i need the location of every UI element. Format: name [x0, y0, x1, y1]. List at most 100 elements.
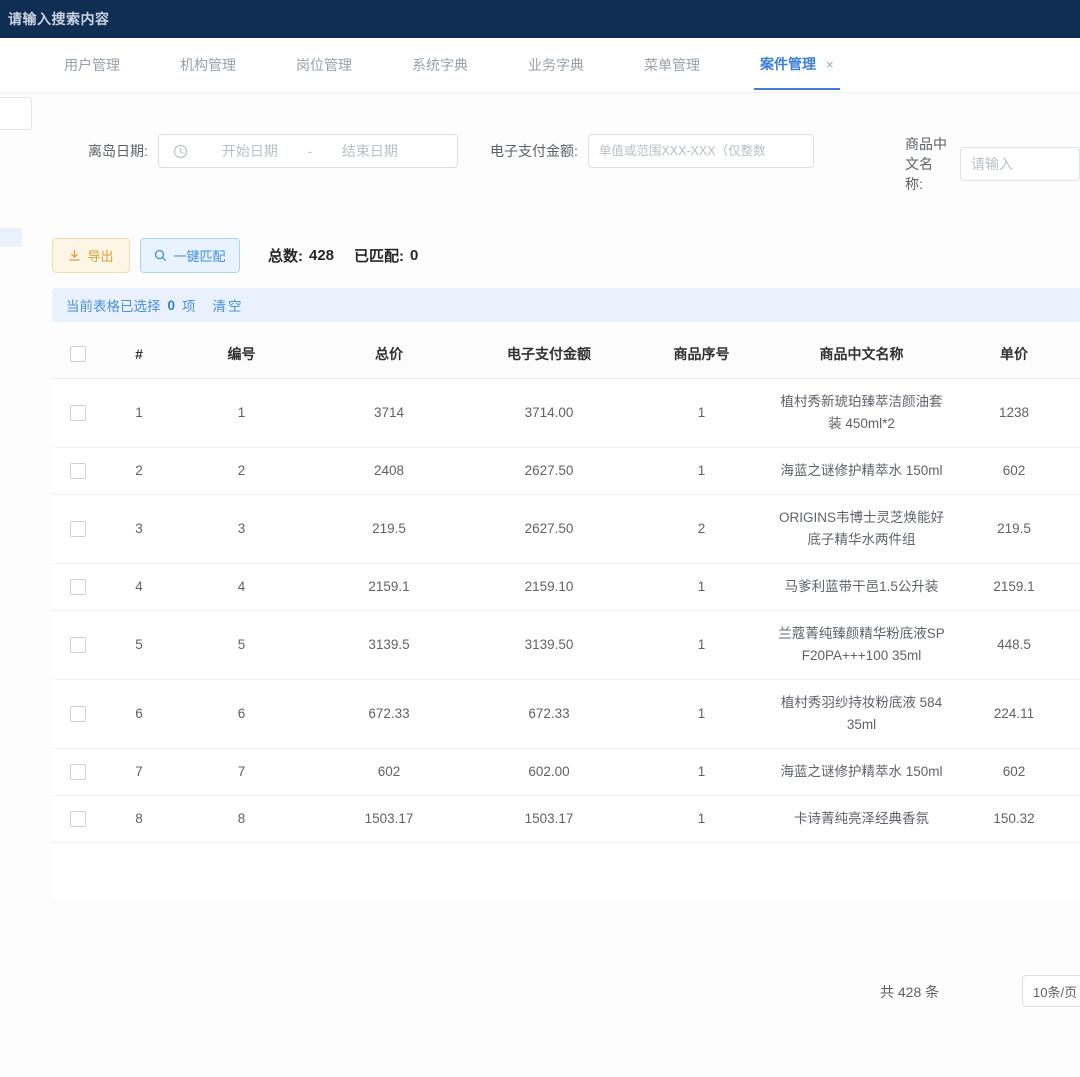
row-checkbox[interactable]: [70, 811, 86, 827]
cell-code: 1: [174, 390, 309, 436]
cell-code: 2: [174, 448, 309, 494]
tab-item-5[interactable]: 菜单管理: [638, 40, 706, 90]
cell-name: ORIGINS韦博士灵芝焕能好底子精华水两件组: [774, 495, 949, 563]
cell-total: 3714: [309, 390, 469, 436]
cell-unit: 1238: [949, 390, 1079, 436]
cell-seq: 1: [629, 448, 774, 494]
cell-index: 5: [104, 622, 174, 668]
row-checkbox[interactable]: [70, 579, 86, 595]
start-date-input[interactable]: 开始日期: [202, 141, 298, 161]
cell-unit: 150.32: [949, 796, 1079, 842]
cell-name: 海蓝之谜修护精萃水 150ml: [774, 749, 949, 795]
header-total: 总价: [309, 330, 469, 378]
clipped-left-button[interactable]: [0, 228, 22, 247]
cell-unit: 602: [949, 448, 1079, 494]
product-name-input[interactable]: [960, 147, 1080, 181]
tab-bar: 用户管理 机构管理 岗位管理 系统字典 业务字典 菜单管理 案件管理 ×: [0, 38, 1080, 93]
global-search-input[interactable]: 请输入搜索内容: [8, 9, 110, 29]
cell-total: 602: [309, 749, 469, 795]
cell-index: 8: [104, 796, 174, 842]
table-row[interactable]: 6 6 672.33 672.33 1 植村秀羽纱持妆粉底液 584 35ml …: [52, 680, 1080, 749]
table-body: 1 1 3714 3714.00 1 植村秀新琥珀臻萃洁颜油套装 450ml*2…: [52, 379, 1080, 843]
table-row[interactable]: 7 7 602 602.00 1 海蓝之谜修护精萃水 150ml 602: [52, 749, 1080, 796]
header-name: 商品中文名称: [774, 330, 949, 378]
row-checkbox[interactable]: [70, 764, 86, 780]
date-separator: -: [298, 143, 322, 159]
selection-prefix: 当前表格已选择: [66, 295, 161, 315]
filter-product-group: 商品中文名称:: [905, 134, 1080, 194]
row-checkbox[interactable]: [70, 405, 86, 421]
product-filter-label: 商品中文名称:: [905, 134, 950, 194]
table-row[interactable]: 1 1 3714 3714.00 1 植村秀新琥珀臻萃洁颜油套装 450ml*2…: [52, 379, 1080, 448]
cell-epay: 672.33: [469, 691, 629, 737]
page-size-select[interactable]: 10条/页: [1022, 975, 1080, 1007]
row-checkbox[interactable]: [70, 637, 86, 653]
filter-date-group: 离岛日期: 开始日期 - 结束日期: [88, 134, 458, 168]
cell-code: 3: [174, 506, 309, 552]
cell-seq: 1: [629, 390, 774, 436]
cell-unit: 224.11: [949, 691, 1079, 737]
cell-epay: 2627.50: [469, 448, 629, 494]
cell-index: 6: [104, 691, 174, 737]
search-icon: [154, 249, 167, 262]
cell-epay: 2627.50: [469, 506, 629, 552]
screen: 请输入搜索内容 用户管理 机构管理 岗位管理 系统字典 业务字典 菜单管理 案件…: [0, 0, 1080, 1077]
cell-name: 马爹利蓝带干邑1.5公升装: [774, 564, 949, 610]
cell-code: 8: [174, 796, 309, 842]
selection-count: 0: [166, 298, 178, 313]
cell-code: 5: [174, 622, 309, 668]
export-button[interactable]: 导出: [52, 238, 130, 273]
one-key-match-button[interactable]: 一键匹配: [140, 238, 240, 273]
cell-seq: 1: [629, 796, 774, 842]
cell-seq: 2: [629, 506, 774, 552]
select-all-cell: [52, 333, 104, 375]
collapsed-panel-box[interactable]: [0, 97, 32, 130]
cell-epay: 3714.00: [469, 390, 629, 436]
end-date-input[interactable]: 结束日期: [322, 141, 418, 161]
table-row[interactable]: 4 4 2159.1 2159.10 1 马爹利蓝带干邑1.5公升装 2159.…: [52, 564, 1080, 611]
cell-unit: 448.5: [949, 622, 1079, 668]
cell-total: 3139.5: [309, 622, 469, 668]
cell-index: 2: [104, 448, 174, 494]
cell-index: 1: [104, 390, 174, 436]
total-label: 总数:: [268, 245, 303, 266]
tab-item-6[interactable]: 案件管理 ×: [754, 40, 840, 90]
page-size-value: 10条/页: [1033, 982, 1077, 1001]
tab-item-4[interactable]: 业务字典: [522, 40, 590, 90]
cell-index: 7: [104, 749, 174, 795]
cell-total: 2408: [309, 448, 469, 494]
date-range-picker[interactable]: 开始日期 - 结束日期: [158, 134, 458, 168]
cell-code: 7: [174, 749, 309, 795]
tab-item-0[interactable]: 用户管理: [58, 40, 126, 90]
select-all-checkbox[interactable]: [70, 346, 86, 362]
table-row[interactable]: 5 5 3139.5 3139.50 1 兰蔻菁纯臻颜精华粉底液SPF20PA+…: [52, 611, 1080, 680]
cell-name: 植村秀羽纱持妆粉底液 584 35ml: [774, 680, 949, 748]
cell-name: 兰蔻菁纯臻颜精华粉底液SPF20PA+++100 35ml: [774, 611, 949, 679]
tab-item-2[interactable]: 岗位管理: [290, 40, 358, 90]
top-navbar: 请输入搜索内容: [0, 0, 1080, 38]
clear-selection-link[interactable]: 清空: [213, 295, 244, 315]
row-checkbox[interactable]: [70, 463, 86, 479]
cell-unit: 2159.1: [949, 564, 1079, 610]
row-checkbox[interactable]: [70, 521, 86, 537]
table-row[interactable]: 3 3 219.5 2627.50 2 ORIGINS韦博士灵芝焕能好底子精华水…: [52, 495, 1080, 564]
pagination-total: 共 428 条: [880, 982, 939, 1002]
cell-epay: 3139.50: [469, 622, 629, 668]
tab-item-1[interactable]: 机构管理: [174, 40, 242, 90]
amount-input[interactable]: [588, 134, 814, 168]
table-row[interactable]: 8 8 1503.17 1503.17 1 卡诗菁纯亮泽经典香氛 150.32: [52, 796, 1080, 843]
cell-seq: 1: [629, 691, 774, 737]
tab-item-3[interactable]: 系统字典: [406, 40, 474, 90]
cell-index: 3: [104, 506, 174, 552]
cell-name: 卡诗菁纯亮泽经典香氛: [774, 796, 949, 842]
clock-icon: [173, 144, 188, 159]
cell-index: 4: [104, 564, 174, 610]
cell-epay: 1503.17: [469, 796, 629, 842]
table-row[interactable]: 2 2 2408 2627.50 1 海蓝之谜修护精萃水 150ml 602: [52, 448, 1080, 495]
row-checkbox[interactable]: [70, 706, 86, 722]
matched-value: 0: [410, 247, 418, 264]
matched-label: 已匹配:: [354, 245, 404, 266]
cell-epay: 602.00: [469, 749, 629, 795]
tab-close-icon[interactable]: ×: [826, 57, 834, 72]
total-value: 428: [309, 247, 334, 264]
